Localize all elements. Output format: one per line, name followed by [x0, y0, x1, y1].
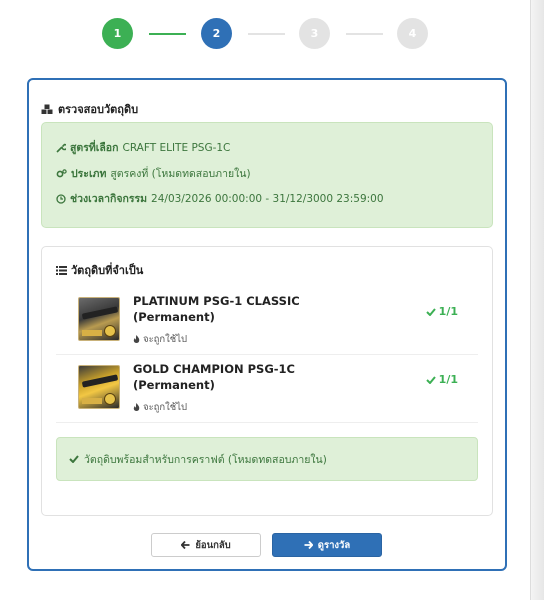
fire-icon — [133, 335, 140, 344]
item-note-text: จะถูกใช้ไป — [143, 402, 188, 413]
list-item: PLATINUM PSG-1 CLASSIC (Permanent) จะถูก… — [56, 287, 478, 355]
item-note: จะถูกใช้ไป — [133, 400, 187, 415]
type-row: ประเภท สูตรคงที่ (โหมดทดสอบภายใน) — [56, 165, 251, 182]
panel-title: ตรวจสอบวัตถุดิบ — [58, 103, 139, 116]
clock-icon — [56, 193, 66, 204]
panel-header: ตรวจสอบวัตถุดิบ — [41, 100, 138, 118]
progress-stepper: 1 2 3 4 — [0, 18, 530, 52]
requirements-box: วัตถุดิบที่จำเป็น PLATINUM PSG-1 CLASSIC… — [41, 246, 493, 516]
fire-icon — [133, 403, 140, 412]
view-rewards-label: ดูรางวัล — [317, 539, 351, 551]
type-label: ประเภท — [71, 168, 107, 180]
recipe-info-box: สูตรที่เลือก CRAFT ELITE PSG-1C ประเภท ส… — [41, 122, 493, 228]
check-icon — [425, 375, 436, 384]
list-item: GOLD CHAMPION PSG-1C (Permanent) จะถูกใช… — [56, 355, 478, 423]
item-count-value: 1/1 — [438, 373, 458, 386]
window-edge — [530, 0, 544, 600]
item-count-value: 1/1 — [438, 305, 458, 318]
item-count: 1/1 — [425, 373, 458, 386]
period-value: 24/03/2026 00:00:00 - 31/12/3000 23:59:0… — [151, 192, 384, 205]
item-name: PLATINUM PSG-1 CLASSIC — [133, 294, 300, 308]
step-2: 2 — [201, 18, 232, 49]
step-4: 4 — [397, 18, 428, 49]
back-button-label: ย้อนกลับ — [195, 539, 231, 551]
item-duration: (Permanent) — [133, 310, 215, 324]
item-count: 1/1 — [425, 305, 458, 318]
item-note: จะถูกใช้ไป — [133, 332, 187, 347]
item-duration: (Permanent) — [133, 378, 215, 392]
cogs-icon — [56, 168, 67, 179]
requirements-title: วัตถุดิบที่จำเป็น — [71, 264, 144, 277]
type-value: สูตรคงที่ (โหมดทดสอบภายใน) — [110, 168, 251, 180]
recipe-value: CRAFT ELITE PSG-1C — [122, 141, 231, 154]
item-thumbnail — [78, 297, 120, 341]
list-icon — [56, 265, 67, 275]
requirements-header: วัตถุดิบที่จำเป็น — [56, 261, 143, 279]
period-row: ช่วงเวลากิจกรรม 24/03/2026 00:00:00 - 31… — [56, 190, 384, 207]
ready-message: วัตถุดิบพร้อมสำหรับการคราฟต์ (โหมดทดสอบภ… — [84, 453, 327, 466]
back-button[interactable]: ย้อนกลับ — [151, 533, 261, 557]
period-label: ช่วงเวลากิจกรรม — [70, 193, 148, 205]
step-connector-3 — [346, 33, 383, 35]
item-thumbnail — [78, 365, 120, 409]
step-1: 1 — [102, 18, 133, 49]
step-connector-2 — [248, 33, 285, 35]
ready-alert: วัตถุดิบพร้อมสำหรับการคราฟต์ (โหมดทดสอบภ… — [56, 437, 478, 481]
view-rewards-button[interactable]: ดูรางวัล — [272, 533, 382, 557]
check-icon — [69, 455, 79, 463]
arrow-right-icon — [304, 541, 313, 549]
arrow-left-icon — [181, 541, 190, 549]
material-check-panel: ตรวจสอบวัตถุดิบ สูตรที่เลือก CRAFT ELITE… — [27, 78, 507, 571]
recipe-label: สูตรที่เลือก — [70, 142, 119, 154]
step-3: 3 — [299, 18, 330, 49]
item-note-text: จะถูกใช้ไป — [143, 334, 188, 345]
check-icon — [425, 307, 436, 316]
item-name: GOLD CHAMPION PSG-1C — [133, 362, 295, 376]
step-connector-1 — [149, 33, 186, 35]
recipe-row: สูตรที่เลือก CRAFT ELITE PSG-1C — [56, 139, 230, 156]
wrench-icon — [56, 143, 66, 153]
cubes-icon — [41, 104, 54, 115]
